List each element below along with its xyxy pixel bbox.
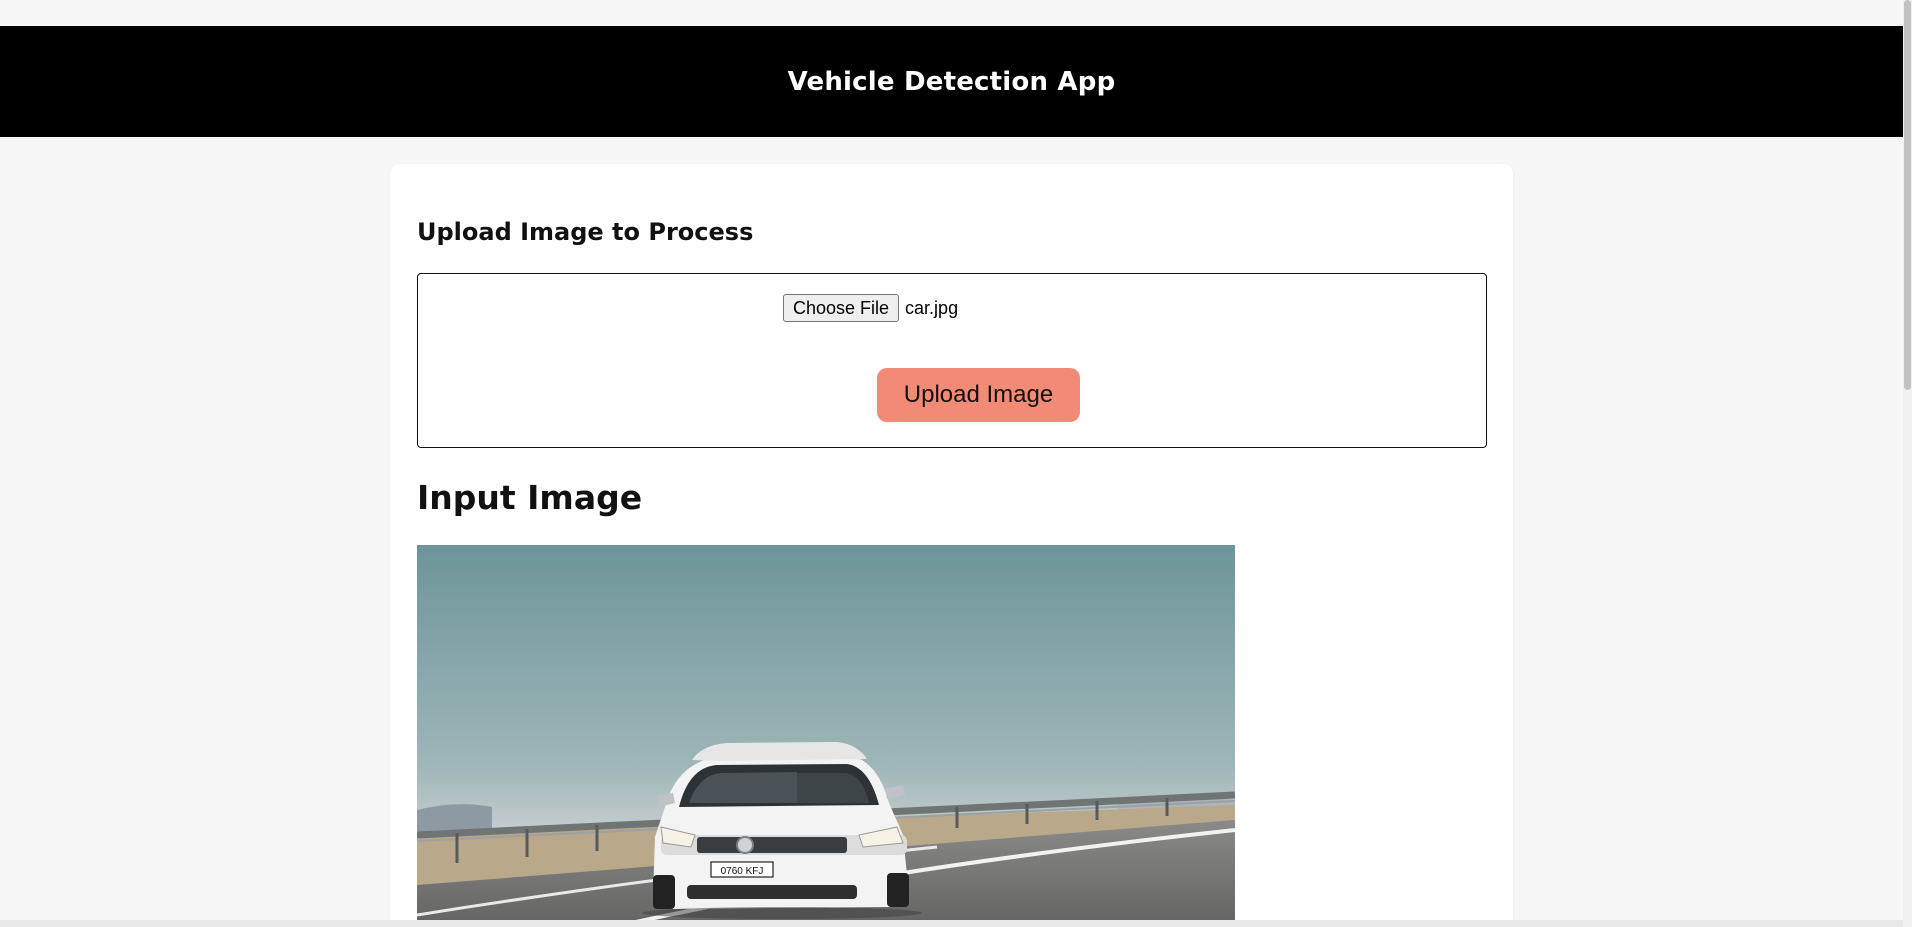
selected-file-name: car.jpg xyxy=(905,297,959,318)
app-title: Vehicle Detection App xyxy=(787,66,1116,97)
input-image-title: Input Image xyxy=(417,478,643,517)
upload-section-title: Upload Image to Process xyxy=(417,218,754,246)
car-photo: 0760 KFJ xyxy=(417,545,1235,927)
main-card: Upload Image to Process Choose File car.… xyxy=(390,164,1513,927)
input-image: 0760 KFJ xyxy=(417,545,1235,927)
car-shadow xyxy=(642,907,922,919)
page: Vehicle Detection App Upload Image to Pr… xyxy=(0,0,1912,927)
license-plate-text: 0760 KFJ xyxy=(721,866,764,877)
vertical-scrollbar[interactable] xyxy=(1903,0,1912,927)
scrollbar-thumb[interactable] xyxy=(1904,0,1911,390)
upload-form: Choose File car.jpg Upload Image xyxy=(417,273,1487,448)
car: 0760 KFJ xyxy=(653,742,909,909)
upload-image-button[interactable]: Upload Image xyxy=(877,368,1080,422)
choose-file-button[interactable]: Choose File xyxy=(783,294,900,322)
app-header: Vehicle Detection App xyxy=(0,26,1903,137)
file-input[interactable]: Choose File car.jpg xyxy=(783,294,958,322)
horizontal-scrollbar[interactable] xyxy=(0,920,1903,927)
